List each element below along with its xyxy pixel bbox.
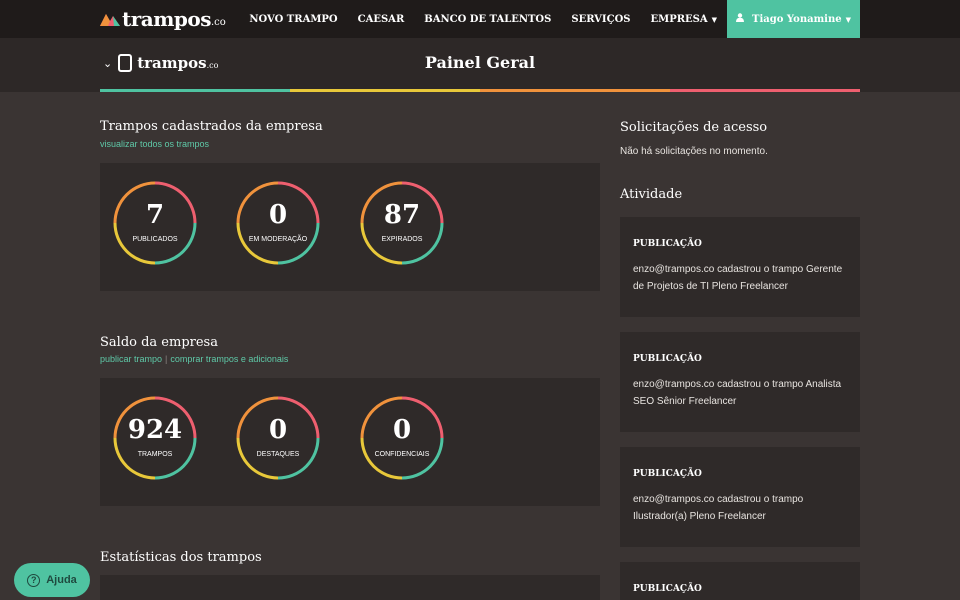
user-icon bbox=[736, 13, 745, 25]
brand-name: trampos bbox=[122, 7, 211, 31]
stat-in-moderation[interactable]: 0 EM MODERAÇÃO bbox=[236, 181, 320, 265]
activity-type: PUBLICAÇÃO bbox=[633, 354, 702, 364]
view-all-jobs-link[interactable]: visualizar todos os trampos bbox=[100, 139, 209, 149]
activity-text: enzo@trampos.co cadastrou o trampo Geren… bbox=[633, 264, 843, 292]
stat-value: 7 bbox=[145, 200, 165, 230]
activity-type: PUBLICAÇÃO bbox=[633, 584, 702, 594]
help-label: Ajuda bbox=[46, 574, 77, 586]
statistics-panel bbox=[100, 575, 600, 600]
top-navbar: trampos .co NOVO TRAMPO CAESAR BANCO DE … bbox=[0, 0, 960, 38]
main-nav: NOVO TRAMPO CAESAR BANCO DE TALENTOS SER… bbox=[229, 0, 860, 38]
nav-empresa-dropdown[interactable]: EMPRESA ▼ bbox=[651, 14, 718, 25]
stripe-orange bbox=[480, 89, 670, 92]
stat-value: 0 bbox=[268, 415, 288, 445]
activity-text: enzo@trampos.co cadastrou o trampo Anali… bbox=[633, 379, 842, 407]
stripe-teal bbox=[100, 89, 290, 92]
brand-logo[interactable]: trampos .co bbox=[100, 7, 226, 31]
stat-highlights[interactable]: 0 DESTAQUES bbox=[236, 396, 320, 480]
user-name: Tiago Yonamine bbox=[752, 13, 842, 25]
stat-label: DESTAQUES bbox=[256, 451, 300, 458]
activity-item[interactable]: PUBLICAÇÃO enzo@trampos.co cadastrou o t… bbox=[620, 332, 860, 432]
nav-novo-trampo[interactable]: NOVO TRAMPO bbox=[249, 14, 337, 25]
activity-item[interactable]: PUBLICAÇÃO enzo@trampos.co cadastrou o t… bbox=[620, 217, 860, 317]
nav-banco-de-talentos[interactable]: BANCO DE TALENTOS bbox=[424, 14, 551, 25]
stat-label: EM MODERAÇÃO bbox=[248, 236, 308, 243]
trampos-logo-icon bbox=[100, 14, 120, 26]
caret-down-icon: ▼ bbox=[845, 14, 851, 24]
stat-label: PUBLICADOS bbox=[132, 236, 178, 243]
stat-confidential[interactable]: 0 CONFIDENCIAIS bbox=[360, 396, 444, 480]
user-menu-button[interactable]: Tiago Yonamine ▼ bbox=[727, 0, 860, 38]
caret-down-icon: ▼ bbox=[711, 14, 718, 24]
nav-empresa-label: EMPRESA bbox=[650, 13, 708, 25]
stat-value: 0 bbox=[392, 415, 412, 445]
activity-item[interactable]: PUBLICAÇÃO enzo@trampos.co cadastrou o t… bbox=[620, 447, 860, 547]
stat-label: EXPIRADOS bbox=[381, 236, 423, 243]
stat-value: 0 bbox=[268, 200, 288, 230]
publish-job-link[interactable]: publicar trampo bbox=[100, 354, 162, 364]
stat-label: TRAMPOS bbox=[137, 451, 173, 458]
balance-links: publicar trampo | comprar trampos e adicio… bbox=[100, 354, 288, 364]
brand-suffix: .co bbox=[210, 16, 226, 28]
stat-published[interactable]: 7 PUBLICADOS bbox=[113, 181, 197, 265]
color-stripe bbox=[100, 89, 860, 92]
activity-type: PUBLICAÇÃO bbox=[633, 469, 702, 479]
link-separator: | bbox=[165, 354, 168, 364]
nav-servicos[interactable]: SERVIÇOS bbox=[571, 14, 630, 25]
jobs-section-title: Trampos cadastrados da empresa bbox=[100, 119, 323, 134]
activity-type: PUBLICAÇÃO bbox=[633, 239, 702, 249]
statistics-section-title: Estatísticas dos trampos bbox=[100, 550, 262, 565]
stat-value: 87 bbox=[383, 200, 421, 230]
access-requests-empty: Não há solicitações no momento. bbox=[620, 146, 768, 157]
access-requests-title: Solicitações de acesso bbox=[620, 120, 768, 135]
stat-jobs-balance[interactable]: 924 TRAMPOS bbox=[113, 396, 197, 480]
page-title: Painel Geral bbox=[424, 53, 536, 72]
buy-jobs-link[interactable]: comprar trampos e adicionais bbox=[170, 354, 288, 364]
stat-label: CONFIDENCIAIS bbox=[374, 451, 430, 458]
activity-title: Atividade bbox=[620, 187, 683, 202]
stat-expired[interactable]: 87 EXPIRADOS bbox=[360, 181, 444, 265]
stripe-pink bbox=[670, 89, 860, 92]
stat-value: 924 bbox=[127, 415, 183, 445]
activity-text: enzo@trampos.co cadastrou o trampo Ilust… bbox=[633, 494, 804, 522]
stripe-yellow bbox=[290, 89, 480, 92]
activity-item[interactable]: PUBLICAÇÃO bbox=[620, 562, 860, 600]
balance-section-title: Saldo da empresa bbox=[100, 335, 218, 350]
question-icon: ? bbox=[27, 573, 41, 587]
help-button[interactable]: ? Ajuda bbox=[14, 563, 90, 597]
nav-caesar[interactable]: CAESAR bbox=[358, 14, 405, 25]
